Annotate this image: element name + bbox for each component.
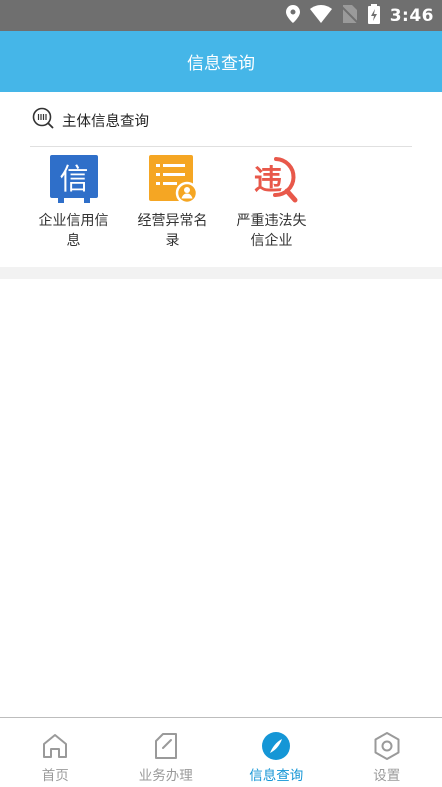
settings-icon [372,731,402,761]
location-icon [286,5,300,27]
document-icon [151,731,181,761]
page-title: 信息查询 [187,49,255,74]
credit-info-icon: 信 [48,153,100,205]
tab-info-query-label: 信息查询 [249,764,303,784]
divider [30,146,412,147]
section-header: 主体信息查询 [32,107,149,133]
subject-info-query-section: 主体信息查询 信 企业信用信息 [0,92,442,267]
credit-info-label: 企业信用信息 [33,211,115,251]
tab-business-label: 业务办理 [139,764,193,784]
tab-business[interactable]: 业务办理 [111,718,222,787]
status-time: 3:46 [390,6,434,26]
query-grid: 信 企业信用信息 经营异常名 [24,152,321,251]
compass-icon [261,731,291,761]
section-separator [0,267,442,279]
tab-home[interactable]: 首页 [0,718,111,787]
wifi-icon [310,5,332,27]
credit-info-tile[interactable]: 信 企业信用信息 [24,152,123,251]
status-icons: 3:46 [286,5,434,27]
status-bar: 3:46 [0,0,442,31]
search-list-icon [32,107,54,133]
section-title: 主体信息查询 [62,110,149,131]
tab-info-query[interactable]: 信息查询 [221,718,332,787]
tab-settings[interactable]: 设置 [332,718,442,787]
battery-charging-icon [368,4,380,28]
app-header: 信息查询 [0,31,442,92]
credit-info-glyph: 信 [59,162,88,196]
violation-icon: 违 [246,153,298,205]
abnormal-list-icon [147,153,199,205]
tab-settings-label: 设置 [373,764,400,784]
violation-label: 严重违法失信企业 [231,211,313,251]
abnormal-list-tile[interactable]: 经营异常名录 [123,152,222,251]
abnormal-list-label: 经营异常名录 [132,211,214,251]
violation-glyph: 违 [253,163,281,196]
tab-home-label: 首页 [42,764,69,784]
bottom-tab-bar: 首页 业务办理 信息查询 设置 [0,717,442,787]
violation-tile[interactable]: 违 严重违法失信企业 [222,152,321,251]
no-sim-icon [342,5,358,27]
home-icon [40,731,70,761]
